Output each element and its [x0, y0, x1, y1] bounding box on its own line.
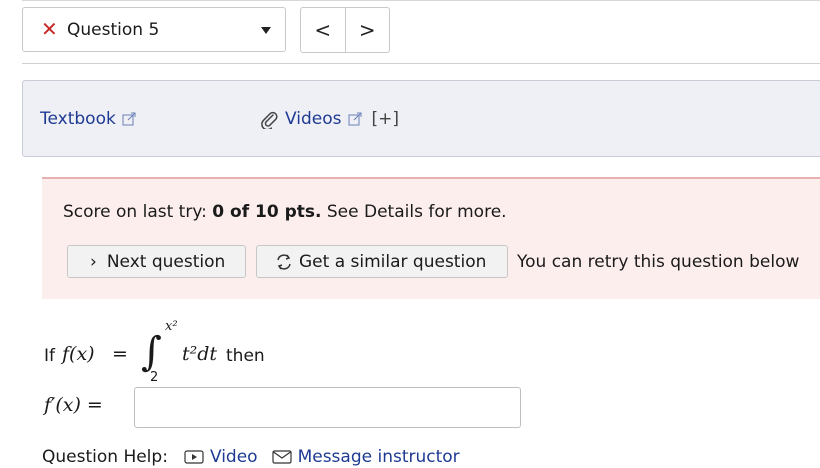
question-help-label: Question Help: — [42, 447, 168, 467]
refresh-icon — [277, 253, 291, 270]
previous-question-button[interactable]: < — [301, 8, 346, 52]
videos-label: Videos — [285, 109, 342, 129]
top-divider — [22, 0, 820, 1]
score-value: 0 of 10 pts. — [212, 202, 322, 222]
question-then-text: then — [226, 346, 265, 366]
message-instructor-link[interactable]: Message instructor — [271, 446, 460, 468]
question-select[interactable]: ✕ Question 5 — [22, 7, 286, 52]
score-suffix: See Details for more. — [321, 202, 507, 222]
paperclip-icon — [261, 111, 278, 129]
x-icon: ✕ — [41, 17, 58, 41]
integral-upper-limit: x² — [165, 319, 178, 334]
chevron-right-icon: › — [90, 251, 97, 272]
similar-question-button[interactable]: Get a similar question — [256, 245, 508, 278]
textbook-link[interactable]: Textbook — [40, 108, 136, 130]
video-help-link[interactable]: Video — [184, 446, 258, 468]
derivative-label: f′(x) = — [44, 394, 103, 416]
mail-icon — [271, 450, 292, 464]
score-text: Score on last try: 0 of 10 pts. See Deta… — [63, 201, 507, 223]
next-question-arrow-button[interactable]: > — [346, 8, 390, 52]
videos-expand-toggle[interactable]: [+] — [372, 108, 400, 130]
integral-lower-limit: 2 — [150, 370, 159, 385]
question-if-text: If — [44, 346, 55, 366]
resources-panel: Textbook Videos [+] — [22, 80, 820, 157]
score-prefix: Score on last try: — [63, 202, 213, 222]
question-help: Question Help: Video Message instructor — [42, 446, 474, 468]
question-function: f(x) — [62, 343, 95, 365]
external-link-icon — [122, 112, 136, 126]
textbook-label: Textbook — [40, 109, 116, 129]
retry-message: You can retry this question below — [517, 252, 800, 272]
question-statement: If f(x) = ∫ x² 2 t²dt then — [44, 319, 544, 386]
chevron-down-icon — [261, 27, 271, 34]
integrand: t²dt — [182, 343, 218, 365]
score-panel: Score on last try: 0 of 10 pts. See Deta… — [42, 177, 820, 299]
play-icon — [184, 450, 204, 464]
message-instructor-label: Message instructor — [297, 447, 460, 467]
video-help-label: Video — [209, 447, 258, 467]
videos-link[interactable]: Videos [+] — [259, 108, 399, 130]
question-nav-group: < > — [300, 7, 390, 53]
question-equals: = — [112, 343, 128, 365]
answer-input[interactable] — [134, 387, 521, 428]
question-select-label: Question 5 — [67, 20, 160, 40]
similar-question-label: Get a similar question — [299, 251, 487, 272]
next-question-label: Next question — [106, 251, 226, 272]
section-divider — [22, 63, 820, 64]
external-link-icon — [348, 112, 361, 126]
next-question-button[interactable]: › Next question — [67, 245, 246, 278]
